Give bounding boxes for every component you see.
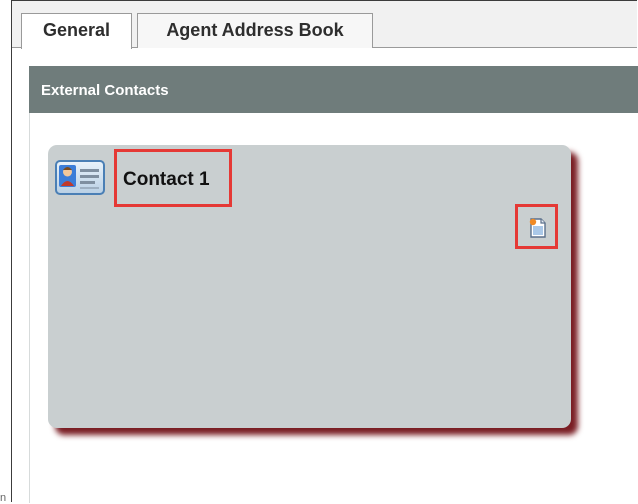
tab-general[interactable]: General: [21, 13, 132, 49]
page-edge-mark: n: [0, 492, 7, 504]
notes-button[interactable]: [515, 204, 558, 249]
contact-card[interactable]: Contact 1: [48, 145, 571, 428]
tab-bar: General Agent Address Book: [12, 1, 637, 49]
contact-card-icon: [55, 160, 105, 195]
content-frame: General Agent Address Book External Cont…: [11, 0, 638, 503]
notes-icon: [529, 218, 546, 238]
tab-agent-address-book[interactable]: Agent Address Book: [137, 13, 373, 48]
section-header: External Contacts: [29, 66, 638, 113]
section-title: External Contacts: [41, 82, 169, 99]
contact-name[interactable]: Contact 1: [123, 169, 210, 191]
